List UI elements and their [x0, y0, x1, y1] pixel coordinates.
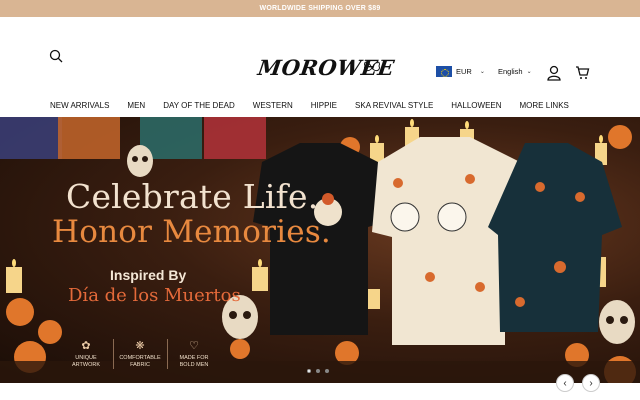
language-label: English — [498, 67, 523, 76]
feature-divider — [167, 339, 168, 369]
announcement-bar: WORLDWIDE SHIPPING OVER $89 — [0, 0, 640, 17]
chevron-down-icon: ⌄ — [526, 69, 532, 75]
announcement-text: WORLDWIDE SHIPPING OVER $89 — [259, 5, 381, 12]
user-icon[interactable] — [547, 65, 561, 81]
butterfly-icon — [364, 61, 380, 72]
next-slide-button[interactable]: › — [582, 374, 600, 392]
slide-indicator — [307, 369, 329, 373]
feature-line2: BOLD MEN — [179, 362, 209, 369]
cart-icon[interactable] — [575, 65, 590, 80]
slide-dot[interactable] — [307, 369, 311, 373]
prev-slide-button[interactable]: ‹ — [556, 374, 574, 392]
chevron-left-icon: ‹ — [563, 377, 567, 389]
heart-icon: ♡ — [189, 340, 199, 352]
hero-subtitle: Día de los Muertos — [68, 285, 241, 306]
hero-title-line2: Honor Memories. — [52, 214, 331, 250]
nav-item-more-links[interactable]: MORE LINKS — [520, 101, 569, 110]
currency-label: EUR — [456, 67, 472, 76]
main-nav: NEW ARRIVALS MEN DAY OF THE DEAD WESTERN… — [0, 92, 640, 118]
nav-item-western[interactable]: WESTERN — [253, 101, 293, 110]
feature-line2: FABRIC — [130, 362, 150, 369]
feature-made-for-bold-men: ♡ MADE FOR BOLD MEN — [169, 339, 219, 370]
hero-inspired-text: Inspired By — [110, 267, 187, 283]
nav-item-halloween[interactable]: HALLOWEEN — [451, 101, 501, 110]
nav-item-men[interactable]: MEN — [127, 101, 145, 110]
chevron-down-icon: ⌄ — [479, 69, 485, 75]
eu-flag-icon — [436, 66, 452, 77]
currency-selector[interactable]: EUR ⌄ — [436, 66, 485, 77]
nav-item-ska-revival-style[interactable]: SKA REVIVAL STYLE — [355, 101, 433, 110]
nav-item-new-arrivals[interactable]: NEW ARRIVALS — [50, 101, 109, 110]
slide-dot[interactable] — [325, 369, 329, 373]
language-selector[interactable]: English ⌄ — [498, 67, 532, 76]
nav-item-hippie[interactable]: HIPPIE — [311, 101, 337, 110]
feature-line1: UNIQUE — [75, 355, 97, 362]
slide-dot[interactable] — [316, 369, 320, 373]
flower-icon: ✿ — [81, 340, 91, 352]
hero-banner[interactable]: Celebrate Life. Honor Memories. Inspired… — [0, 117, 640, 383]
site-header: MOROWEE EUR ⌄ English ⌄ — [0, 17, 640, 92]
feature-divider — [113, 339, 114, 369]
feature-line1: MADE FOR — [179, 355, 209, 362]
feature-comfortable-fabric: ❋ COMFORTABLE FABRIC — [115, 339, 165, 370]
fabric-icon: ❋ — [135, 340, 145, 352]
hero-title-line1: Celebrate Life. — [66, 177, 319, 216]
feature-unique-artwork: ✿ UNIQUE ARTWORK — [61, 339, 111, 370]
chevron-right-icon: › — [589, 377, 593, 389]
feature-line2: ARTWORK — [71, 362, 100, 369]
nav-item-day-of-the-dead[interactable]: DAY OF THE DEAD — [163, 101, 235, 110]
search-icon[interactable] — [49, 49, 63, 63]
feature-line1: COMFORTABLE — [119, 355, 161, 362]
